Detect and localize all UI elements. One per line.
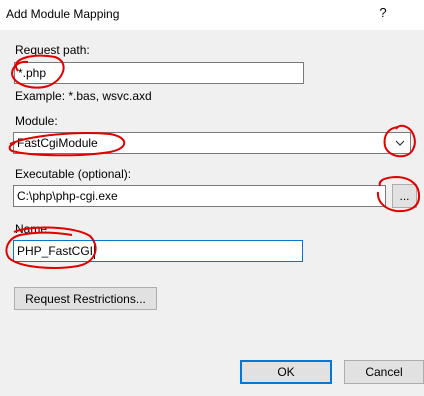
request-path-input[interactable]: *.php [14,62,304,84]
module-select-value: FastCgiModule [17,136,98,150]
browse-button[interactable]: ... [392,184,417,208]
help-button[interactable]: ? [375,5,391,23]
module-select[interactable]: FastCgiModule [13,132,411,154]
dialog-body [0,30,424,396]
executable-label: Executable (optional): [15,167,132,181]
module-label: Module: [15,114,58,128]
name-label: Name: [15,222,51,236]
name-input[interactable]: PHP_FastCGI [13,240,303,262]
request-path-example: Example: *.bas, wsvc.axd [15,89,152,103]
cancel-button[interactable]: Cancel [344,360,424,384]
text-cursor [94,244,96,259]
title-bar: Add Module Mapping ? [0,0,424,30]
ok-button[interactable]: OK [240,360,332,384]
request-restrictions-button[interactable]: Request Restrictions... [14,287,157,310]
request-path-label: Request path: [15,43,90,57]
chevron-down-icon[interactable] [390,133,410,153]
dialog-title: Add Module Mapping [6,7,120,21]
executable-input[interactable]: C:\php\php-cgi.exe [13,185,386,207]
name-input-value: PHP_FastCGI [17,244,94,258]
